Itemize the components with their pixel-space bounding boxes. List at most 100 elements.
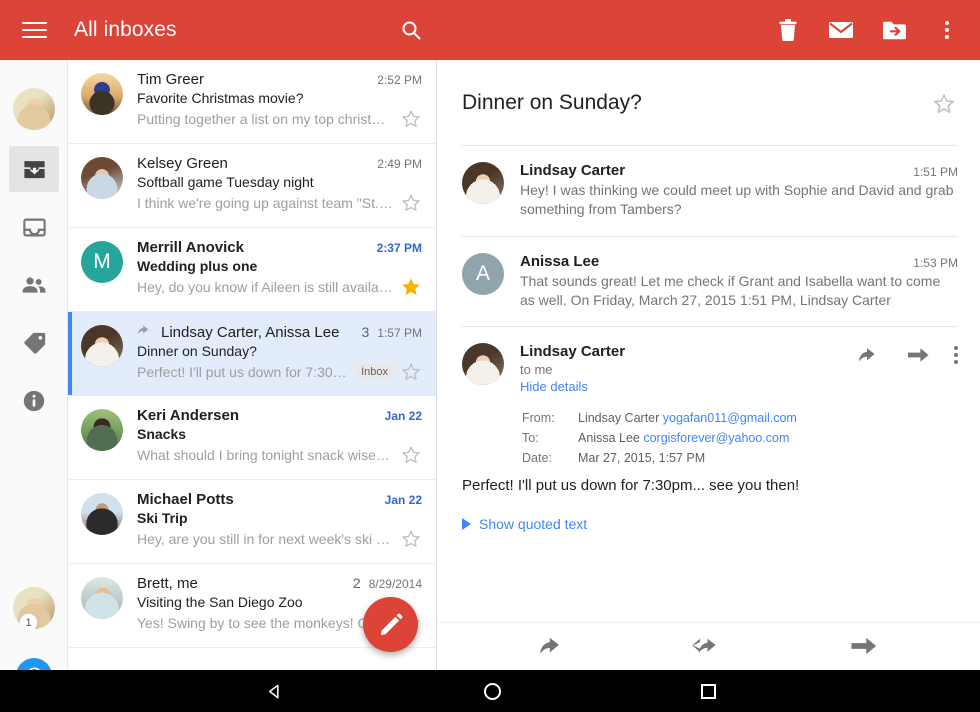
triangle-right-icon <box>462 518 471 531</box>
avatar-photo <box>81 325 123 367</box>
email-list-item[interactable]: Keri Andersen Jan 22 Snacks What should … <box>68 396 436 480</box>
reply-button[interactable] <box>858 345 883 365</box>
collapsed-message[interactable]: A Anissa Lee 1:53 PM That sounds great! … <box>438 237 980 327</box>
email-content: Merrill Anovick 2:37 PM Wedding plus one… <box>137 239 422 300</box>
message-overflow-button[interactable] <box>954 346 958 365</box>
back-triangle-icon[interactable] <box>265 682 284 701</box>
home-circle-icon[interactable] <box>483 682 501 700</box>
message-preview: Hey! I was thinking we could meet up wit… <box>520 182 954 218</box>
email-list-item[interactable]: Kelsey Green 2:49 PM Softball game Tuesd… <box>68 144 436 228</box>
message-body: Perfect! I'll put us down for 7:30pm... … <box>462 477 800 495</box>
star-filled-icon[interactable] <box>400 276 422 298</box>
sidebar-item-all-inboxes[interactable] <box>9 146 59 192</box>
account-avatar-secondary[interactable]: 1 <box>13 587 55 629</box>
sidebar-item-inbox[interactable] <box>9 204 59 250</box>
message-sender: Anissa Lee <box>520 252 600 270</box>
email-label-chip: Inbox <box>356 364 393 380</box>
email-sender: Brett, me <box>137 575 198 592</box>
collapsed-message[interactable]: Lindsay Carter 1:51 PM Hey! I was thinki… <box>438 146 980 236</box>
email-list-item[interactable]: Lindsay Carter, Anissa Lee 3 1:57 PM Din… <box>68 312 436 396</box>
reply-button[interactable] <box>539 636 569 658</box>
overflow-menu-button[interactable] <box>932 15 962 45</box>
mark-unread-button[interactable] <box>826 15 856 45</box>
star-outline-icon[interactable] <box>400 444 422 466</box>
email-thread-count: 3 <box>361 324 370 340</box>
email-time: 8/29/2014 <box>368 577 422 591</box>
people-icon <box>22 277 46 293</box>
email-list[interactable]: Tim Greer 2:52 PM Favorite Christmas mov… <box>68 60 437 670</box>
email-thread-count: 2 <box>352 575 361 591</box>
email-time: 2:52 PM <box>377 73 422 87</box>
forward-arrow-icon <box>908 348 929 363</box>
email-sender: Michael Potts <box>137 491 234 508</box>
more-vert-icon <box>954 346 958 365</box>
toggle-details-link[interactable]: Hide details <box>520 379 858 394</box>
avatar-photo <box>13 88 55 130</box>
account-avatar-primary[interactable] <box>13 88 55 130</box>
avatar-letter: M <box>93 250 111 273</box>
conversation-header: Dinner on Sunday? <box>438 60 980 121</box>
more-vert-icon <box>945 21 949 39</box>
email-content: Tim Greer 2:52 PM Favorite Christmas mov… <box>137 71 422 132</box>
email-subject: Favorite Christmas movie? <box>137 90 304 106</box>
sidebar-item-updates[interactable] <box>9 378 59 424</box>
email-snippet: Yes! Swing by to see the monkeys! On F <box>137 615 389 631</box>
message-recipient: to me <box>520 362 553 378</box>
replied-icon <box>137 323 154 337</box>
email-time: Jan 22 <box>384 493 422 507</box>
email-sender: Merrill Anovick <box>137 239 244 256</box>
forward-button[interactable] <box>849 636 879 658</box>
sidebar-item-promotions[interactable] <box>9 320 59 366</box>
move-to-folder-button[interactable] <box>879 15 909 45</box>
email-subject: Softball game Tuesday night <box>137 174 314 190</box>
app-bar: All inboxes <box>0 0 980 60</box>
recents-square-icon[interactable] <box>700 683 716 699</box>
avatar <box>81 577 123 619</box>
reply-icon <box>540 637 560 654</box>
email-time: 1:57 PM <box>377 326 422 340</box>
avatar-photo <box>81 157 123 199</box>
email-list-item[interactable]: Michael Potts Jan 22 Ski Trip Hey, are y… <box>68 480 436 564</box>
search-icon[interactable] <box>394 13 428 47</box>
forward-button[interactable] <box>906 345 931 365</box>
info-icon <box>23 390 45 412</box>
message-preview: That sounds great! Let me check if Grant… <box>520 272 941 308</box>
expanded-message: Lindsay Carter to me Hide details From: … <box>438 327 980 473</box>
from-label: From: <box>522 411 555 426</box>
avatar <box>81 493 123 535</box>
hamburger-menu-icon[interactable] <box>6 0 62 60</box>
star-outline-icon[interactable] <box>400 528 422 550</box>
date-label: Date: <box>522 451 552 466</box>
left-icon-rail: 1 C <box>0 60 68 694</box>
email-list-item[interactable]: Tim Greer 2:52 PM Favorite Christmas mov… <box>68 60 436 144</box>
all-inboxes-icon <box>23 160 45 178</box>
compose-button[interactable] <box>363 597 418 652</box>
star-outline-icon[interactable] <box>400 108 422 130</box>
email-snippet: I think we're going up against team "St.… <box>137 195 393 211</box>
to-email[interactable]: corgisforever@yahoo.com <box>643 431 789 445</box>
avatar <box>81 157 123 199</box>
star-outline-icon[interactable] <box>400 361 422 383</box>
email-subject: Dinner on Sunday? <box>137 343 257 359</box>
email-sender: Lindsay Carter, Anissa Lee <box>161 324 340 341</box>
email-subject: Snacks <box>137 426 187 442</box>
to-label: To: <box>522 431 539 446</box>
email-content: Michael Potts Jan 22 Ski Trip Hey, are y… <box>137 491 422 552</box>
show-quoted-text-toggle[interactable]: Show quoted text <box>438 494 980 532</box>
delete-button[interactable] <box>773 15 803 45</box>
pencil-icon <box>380 613 402 635</box>
email-snippet: Hey, are you still in for next week's sk… <box>137 531 393 547</box>
avatar-photo <box>81 73 123 115</box>
star-outline-icon[interactable] <box>400 192 422 214</box>
avatar: A <box>462 252 504 295</box>
star-outline-icon[interactable] <box>932 90 958 121</box>
details-row-date: Date: Mar 27, 2015, 1:57 PM <box>522 449 797 467</box>
email-time: Jan 22 <box>384 409 422 423</box>
from-name: Lindsay Carter <box>578 411 660 426</box>
avatar <box>462 343 504 386</box>
email-list-item[interactable]: M Merrill Anovick 2:37 PM Wedding plus o… <box>68 228 436 312</box>
reply-all-button[interactable] <box>692 636 726 658</box>
from-email[interactable]: yogafan011@gmail.com <box>663 411 797 425</box>
sidebar-item-social[interactable] <box>9 262 59 308</box>
gmail-tablet-screen: All inboxes 1 Tim Greer 2:52 PM Favorite… <box>0 0 980 712</box>
